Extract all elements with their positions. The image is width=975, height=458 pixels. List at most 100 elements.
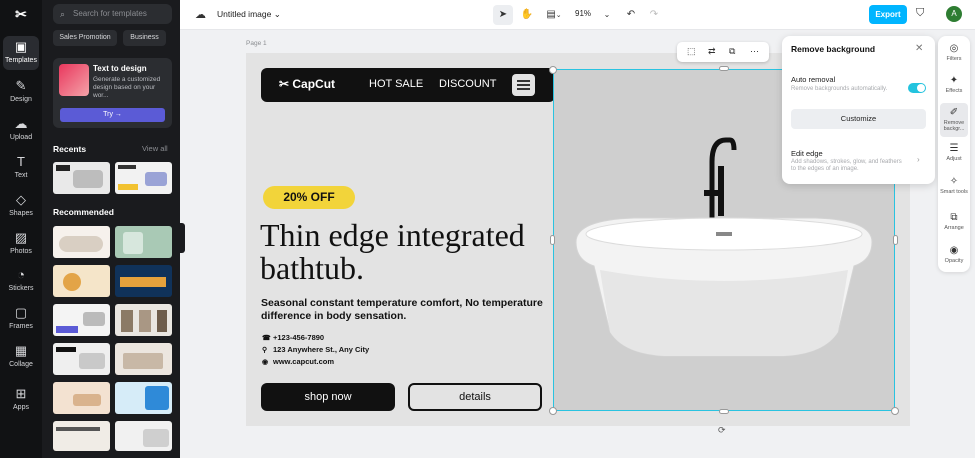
rail-design[interactable]: ✎ Design: [3, 75, 39, 109]
template-thumbnail[interactable]: [115, 421, 172, 451]
resize-handle-top[interactable]: [719, 66, 729, 71]
templates-panel: ⌕ Search for templates Sales Promotion B…: [42, 0, 180, 458]
edit-edge-label[interactable]: Edit edge: [791, 149, 823, 158]
panel-collapse-handle[interactable]: [180, 223, 185, 253]
template-thumbnail[interactable]: [53, 382, 110, 414]
tool-label: Arrange: [944, 225, 964, 231]
zoom-level[interactable]: 91%: [575, 9, 591, 18]
tool-label: Smart tools: [940, 189, 968, 195]
design-brand: ✂ CapCut: [279, 77, 336, 91]
rail-templates[interactable]: ▣ Templates: [3, 36, 39, 70]
contact-phone[interactable]: ☎ +123-456-7890: [262, 333, 462, 342]
crop-icon[interactable]: ⬚: [687, 46, 696, 57]
promo-description: Generate a customized design based on yo…: [93, 76, 161, 99]
customize-button[interactable]: Customize: [791, 109, 926, 129]
contact-address[interactable]: ⚲ 123 Anywhere St., Any City: [262, 345, 462, 354]
discount-badge[interactable]: 20% OFF: [263, 186, 355, 209]
rail-text[interactable]: T Text: [3, 151, 39, 185]
template-thumbnail[interactable]: [53, 304, 110, 336]
chip-business[interactable]: Business: [123, 30, 166, 46]
search-input[interactable]: ⌕ Search for templates: [53, 4, 172, 24]
resize-handle-bottom-right[interactable]: [891, 407, 899, 415]
shop-now-button[interactable]: shop now: [261, 383, 395, 411]
details-button[interactable]: details: [408, 383, 542, 411]
chip-sales-promotion[interactable]: Sales Promotion: [53, 30, 117, 46]
rail-apps[interactable]: ⊞ Apps: [3, 383, 39, 417]
template-thumbnail[interactable]: [115, 382, 172, 414]
layout-size-button[interactable]: ▤⌄: [543, 5, 565, 25]
template-thumbnail[interactable]: [53, 421, 110, 451]
template-thumbnail[interactable]: [115, 226, 172, 258]
more-icon[interactable]: ⋯: [750, 46, 759, 57]
avatar[interactable]: A: [946, 6, 962, 22]
tool-adjust[interactable]: ☰ Adjust: [940, 139, 968, 173]
capcut-editor: ✂ ▣ Templates ✎ Design ☁ Upload T Text ◇ Shap…: [0, 0, 975, 458]
undo-button[interactable]: ↶: [623, 5, 639, 25]
redo-icon: ↷: [649, 9, 659, 20]
hand-tool-button[interactable]: ✋: [517, 5, 537, 25]
document-title[interactable]: Untitled image ⌄: [217, 9, 281, 20]
template-thumbnail[interactable]: [115, 343, 172, 375]
template-thumbnail[interactable]: [53, 162, 110, 194]
select-tool-button[interactable]: ➤: [493, 5, 513, 25]
hamburger-menu-icon: [512, 74, 535, 96]
resize-handle-left[interactable]: [550, 235, 555, 245]
remove-background-panel: Remove background ✕ Auto removal Remove …: [782, 36, 935, 184]
tool-filters[interactable]: ◎ Filters: [940, 39, 968, 73]
template-thumbnail[interactable]: [53, 343, 110, 375]
text-to-design-card: Text to design Generate a customized des…: [53, 58, 172, 128]
tool-smart-tools[interactable]: ✧ Smart tools: [940, 172, 968, 206]
tool-opacity[interactable]: ◉ Opacity: [940, 241, 968, 275]
tool-remove-background[interactable]: ✐ Remove backgr...: [940, 103, 968, 137]
tool-arrange[interactable]: ⧉ Arrange: [940, 208, 968, 242]
redo-button[interactable]: ↷: [646, 5, 662, 25]
nav-link-discount: DISCOUNT: [439, 78, 497, 90]
edit-edge-description: Add shadows, strokes, glow, and feathers…: [791, 159, 902, 172]
rail-frames[interactable]: ▢ Frames: [3, 302, 39, 336]
rail-photos[interactable]: ▨ Photos: [3, 227, 39, 261]
rail-upload[interactable]: ☁ Upload: [3, 113, 39, 147]
template-thumbnail[interactable]: [115, 304, 172, 336]
design-nav-bar[interactable]: ✂ CapCut HOT SALE DISCOUNT: [261, 68, 555, 102]
resize-handle-right[interactable]: [893, 235, 898, 245]
search-icon: ⌕: [60, 9, 66, 19]
capcut-logo-icon[interactable]: ✂: [12, 6, 30, 22]
zoom-chevron-icon[interactable]: ⌄: [600, 5, 614, 25]
resize-handle-top-left[interactable]: [549, 66, 557, 74]
brand-text: CapCut: [292, 77, 336, 91]
rail-collage[interactable]: ▦ Collage: [3, 340, 39, 374]
cloud-save-icon[interactable]: ☁: [195, 8, 206, 21]
duplicate-icon[interactable]: ⧉: [729, 46, 735, 57]
template-thumbnail[interactable]: [115, 265, 172, 297]
resize-handle-bottom-left[interactable]: [549, 407, 557, 415]
export-button[interactable]: Export: [869, 5, 907, 24]
shield-icon[interactable]: ⛉: [916, 7, 924, 20]
apps-icon: ⊞: [15, 386, 27, 401]
close-icon[interactable]: ✕: [915, 43, 923, 54]
template-thumbnail[interactable]: [53, 265, 110, 297]
rail-label: Frames: [9, 323, 33, 330]
view-all-link[interactable]: View all: [142, 144, 168, 153]
phone-icon: ☎: [262, 335, 271, 342]
rail-label: Upload: [9, 134, 33, 141]
template-thumbnail[interactable]: [53, 226, 110, 258]
rail-stickers[interactable]: ◔ Stickers: [3, 264, 39, 298]
promo-thumbnail: [59, 64, 89, 96]
subheadline-text[interactable]: Seasonal constant temperature comfort, N…: [261, 297, 561, 323]
auto-removal-toggle[interactable]: [908, 83, 926, 93]
resize-handle-bottom[interactable]: [719, 409, 729, 414]
tool-effects[interactable]: ✦ Effects: [940, 71, 968, 105]
templates-icon: ▣: [14, 39, 28, 54]
contact-website[interactable]: ◉ www.capcut.com: [262, 357, 462, 366]
headline-text[interactable]: Thin edge integrated bathtub.: [260, 219, 570, 285]
rail-shapes[interactable]: ◇ Shapes: [3, 189, 39, 223]
rotate-icon[interactable]: ⟳: [718, 425, 726, 436]
rail-label: Apps: [13, 404, 29, 411]
chevron-right-icon[interactable]: ›: [917, 155, 920, 164]
replace-icon[interactable]: ⇄: [708, 46, 716, 57]
try-button[interactable]: Try →: [60, 108, 165, 122]
rail-label: Design: [10, 96, 32, 103]
template-thumbnail[interactable]: [115, 162, 172, 194]
address-text: 123 Anywhere St., Any City: [273, 345, 370, 354]
arrange-icon: ⧉: [950, 212, 958, 223]
